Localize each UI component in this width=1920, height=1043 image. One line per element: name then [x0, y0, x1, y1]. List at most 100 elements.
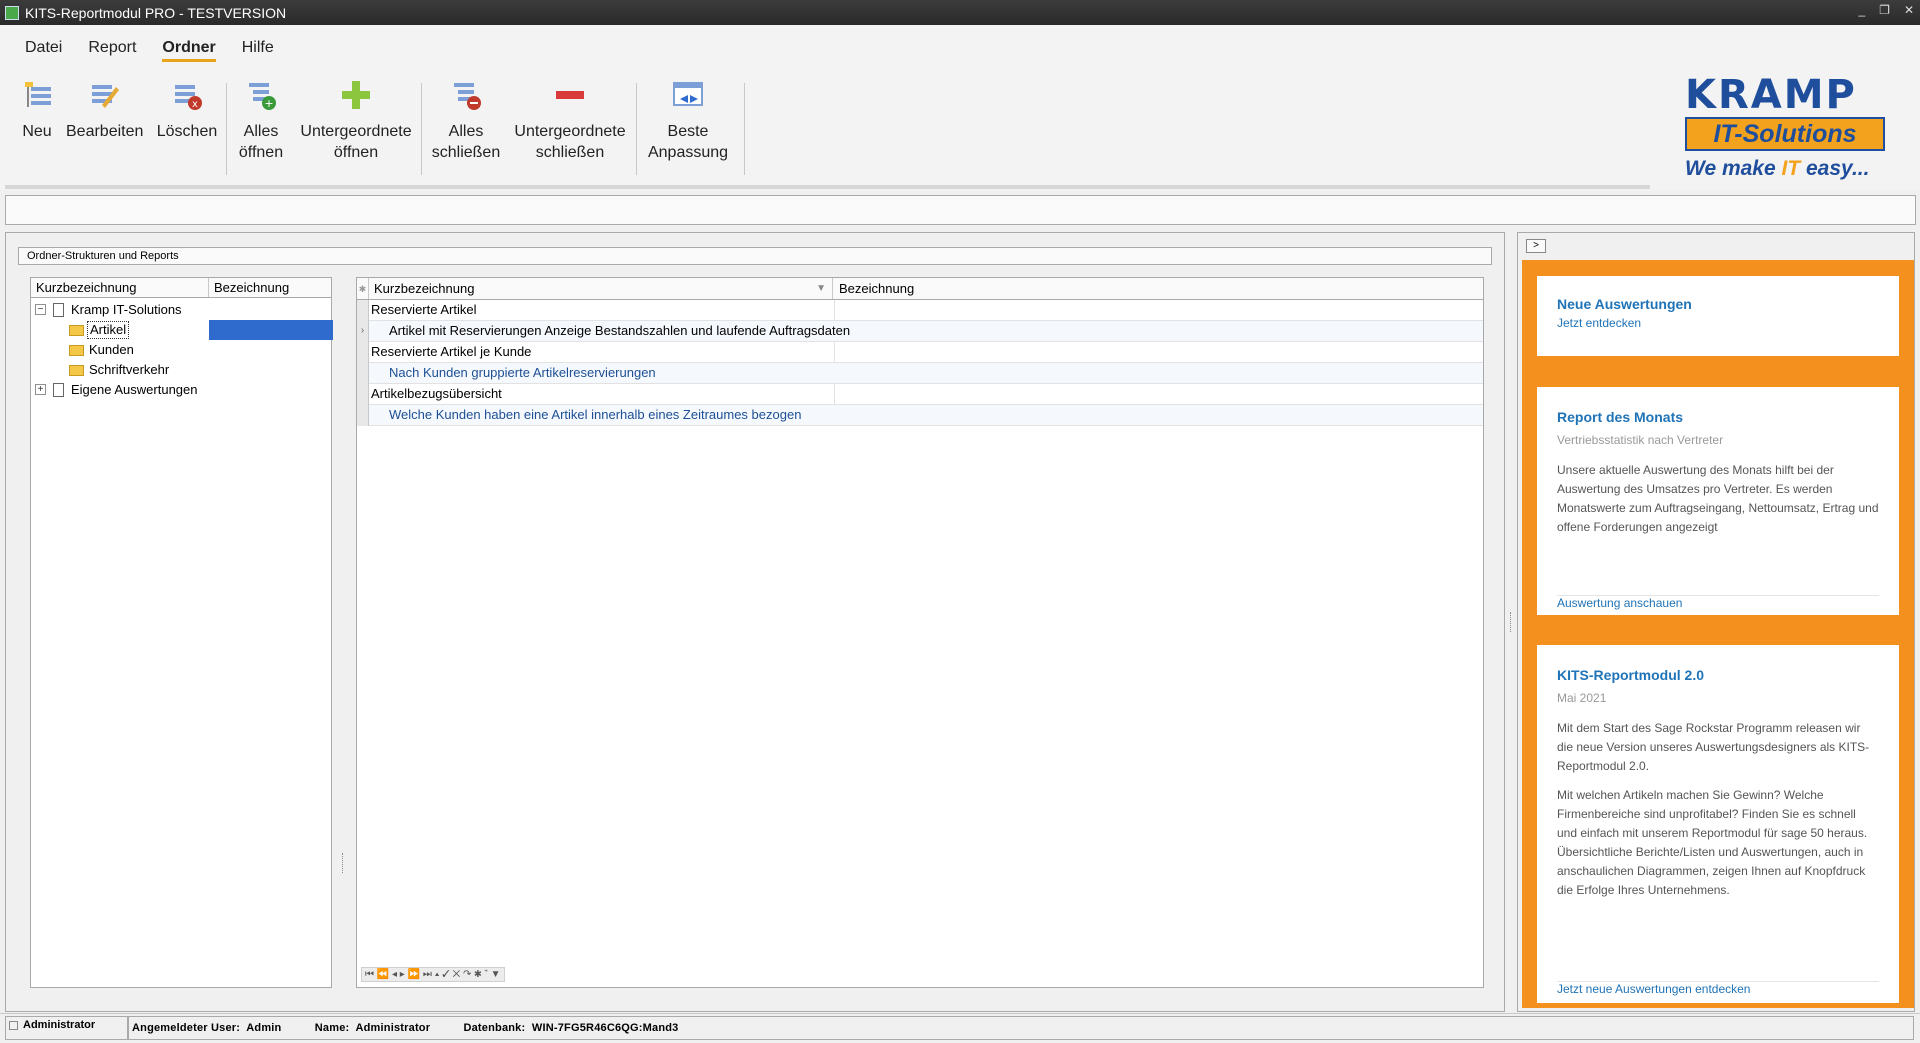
news-card-report-of-month: Report des Monats Vertriebsstatistik nac… — [1537, 387, 1899, 615]
close-all-label-2: schließen — [431, 144, 501, 161]
menu-report[interactable]: Report — [88, 39, 136, 62]
report-detail-row[interactable]: › Artikel mit Reservierungen Anzeige Bes… — [357, 321, 1483, 342]
card-title[interactable]: Neue Auswertungen — [1557, 296, 1879, 312]
logo-sub: IT-Solutions — [1685, 117, 1885, 151]
view-report-link[interactable]: Auswertung anschauen — [1557, 595, 1879, 610]
expand-icon[interactable]: + — [35, 384, 46, 395]
tree-node-artikel[interactable]: Artikel — [31, 320, 333, 340]
card-title: Report des Monats — [1557, 409, 1684, 425]
folder-icon — [69, 325, 84, 336]
document-icon — [53, 303, 64, 317]
best-fit-icon — [646, 75, 730, 115]
filter-dropdown-icon[interactable]: ▼ — [816, 278, 826, 300]
close-all-button[interactable]: Alles schließen — [430, 75, 502, 163]
status-db-label: Datenbank: — [463, 1022, 526, 1034]
tree-label: Eigene Auswertungen — [71, 382, 198, 397]
report-title: Reservierte Artikel je Kunde — [371, 344, 532, 359]
kramp-logo: KRAMP IT-Solutions We make IT easy... — [1685, 75, 1885, 185]
report-rows: Reservierte Artikel › Artikel mit Reserv… — [357, 300, 1483, 426]
row-indicator — [357, 300, 369, 321]
edit-button[interactable]: Bearbeiten — [66, 75, 144, 142]
empty-bar — [5, 195, 1916, 225]
open-all-icon: + — [236, 75, 286, 115]
menu-hilfe[interactable]: Hilfe — [242, 39, 274, 62]
edit-icon — [66, 75, 142, 115]
report-detail-row[interactable]: Welche Kunden haben eine Artikel innerha… — [357, 405, 1483, 426]
report-description: Welche Kunden haben eine Artikel innerha… — [389, 407, 802, 422]
record-navigator[interactable]: ⏮ ⏪ ◂ ▸ ⏩ ⏭ ▴ ✓ ✕ ↷ ✱ ⁺ ▼ — [361, 967, 505, 982]
row-indicator-arrow-icon: › — [357, 321, 369, 342]
tree-body: − Kramp IT-Solutions Artikel Kunden Schr… — [31, 300, 333, 400]
best-fit-button[interactable]: Beste Anpassung — [646, 75, 730, 163]
tree-node-schriftverkehr[interactable]: Schriftverkehr — [31, 360, 331, 380]
discover-link[interactable]: Jetzt entdecken — [1557, 316, 1879, 330]
logo-slogan: We make IT easy... — [1685, 157, 1870, 180]
report-title: Reservierte Artikel — [371, 302, 477, 317]
minus-icon — [512, 75, 628, 115]
minimize-button[interactable]: _ — [1858, 3, 1865, 17]
tree-node-eigene[interactable]: + Eigene Auswertungen — [31, 380, 331, 400]
card-title: KITS-Reportmodul 2.0 — [1557, 667, 1705, 683]
svg-text:x: x — [192, 99, 198, 110]
close-all-label-1: Alles — [448, 123, 484, 140]
menu-ordner[interactable]: Ordner — [162, 39, 216, 62]
edit-label: Bearbeiten — [66, 123, 144, 140]
discover-reports-link[interactable]: Jetzt neue Auswertungen entdecken — [1557, 981, 1879, 996]
tree-label: Schriftverkehr — [89, 362, 170, 377]
open-all-button[interactable]: + Alles öffnen — [236, 75, 286, 163]
maximize-button[interactable]: ❐ — [1879, 3, 1890, 17]
window-title: KITS-Reportmodul PRO - TESTVERSION — [25, 4, 287, 21]
open-sub-button[interactable]: Untergeordnete öffnen — [298, 75, 414, 163]
window-controls: _ ❐ ✕ — [1858, 3, 1914, 17]
toolbar-separator — [421, 83, 422, 175]
close-sub-label-2: schließen — [535, 144, 605, 161]
collapse-panel-button[interactable]: > — [1526, 239, 1546, 253]
tree-col-kurzbezeichnung[interactable]: Kurzbezeichnung — [31, 278, 209, 297]
best-fit-label-2: Anpassung — [647, 144, 729, 161]
status-name-value: Administrator — [355, 1022, 431, 1034]
tree-node-kunden[interactable]: Kunden — [31, 340, 331, 360]
toolbar-separator — [226, 83, 227, 175]
new-label: Neu — [22, 123, 52, 140]
open-all-label-1: Alles — [243, 123, 279, 140]
open-sub-label-2: öffnen — [333, 144, 379, 161]
menu-datei[interactable]: Datei — [25, 39, 62, 62]
svg-text:+: + — [264, 97, 273, 110]
col-bezeichnung[interactable]: Bezeichnung — [834, 278, 914, 300]
status-name-label: Name: — [314, 1022, 350, 1034]
close-button[interactable]: ✕ — [1904, 3, 1914, 17]
close-sub-button[interactable]: Untergeordnete schließen — [512, 75, 628, 163]
col-kurzbezeichnung[interactable]: Kurzbezeichnung ▼ — [369, 278, 833, 299]
row-indicator — [357, 384, 369, 405]
delete-button[interactable]: x Löschen — [156, 75, 218, 142]
status-user-box: Administrator — [5, 1016, 128, 1040]
report-row[interactable]: Reservierte Artikel — [357, 300, 1483, 321]
collapse-icon[interactable]: − — [35, 304, 46, 315]
splitter-handle[interactable] — [1510, 612, 1513, 632]
report-grid-header: ✱ Kurzbezeichnung ▼ Bezeichnung — [357, 278, 1483, 300]
new-button[interactable]: Neu — [20, 75, 54, 142]
grid-corner[interactable]: ✱ — [357, 278, 369, 299]
app-icon — [5, 5, 19, 20]
status-info: Angemeldeter User: Admin Name: Administr… — [128, 1016, 1914, 1040]
report-row[interactable]: Reservierte Artikel je Kunde — [357, 342, 1483, 363]
tree-label: Kunden — [89, 342, 134, 357]
folder-icon — [69, 365, 84, 376]
new-folder-icon — [20, 75, 54, 115]
main-panel: Ordner-Strukturen und Reports Kurzbezeic… — [5, 232, 1505, 1012]
status-user-label: Angemeldeter User: — [132, 1022, 241, 1034]
open-sub-label-1: Untergeordnete — [300, 123, 412, 140]
splitter-handle[interactable] — [342, 853, 345, 873]
toolbar-separator — [744, 83, 745, 175]
tree-col-bezeichnung[interactable]: Bezeichnung — [209, 278, 333, 297]
report-grid: ✱ Kurzbezeichnung ▼ Bezeichnung Reservie… — [356, 277, 1484, 988]
ribbon-scrollbar[interactable] — [5, 185, 1650, 189]
tree-node-root[interactable]: − Kramp IT-Solutions — [31, 300, 331, 320]
tree-label: Artikel — [87, 321, 130, 339]
report-detail-row[interactable]: Nach Kunden gruppierte Artikelreservieru… — [357, 363, 1483, 384]
news-card-version: KITS-Reportmodul 2.0 Mai 2021 Mit dem St… — [1537, 645, 1899, 1003]
card-subtitle: Vertriebsstatistik nach Vertreter — [1557, 433, 1724, 447]
news-card-new: Neue Auswertungen Jetzt entdecken — [1537, 276, 1899, 356]
best-fit-label-1: Beste — [667, 123, 709, 140]
report-row[interactable]: Artikelbezugsübersicht — [357, 384, 1483, 405]
